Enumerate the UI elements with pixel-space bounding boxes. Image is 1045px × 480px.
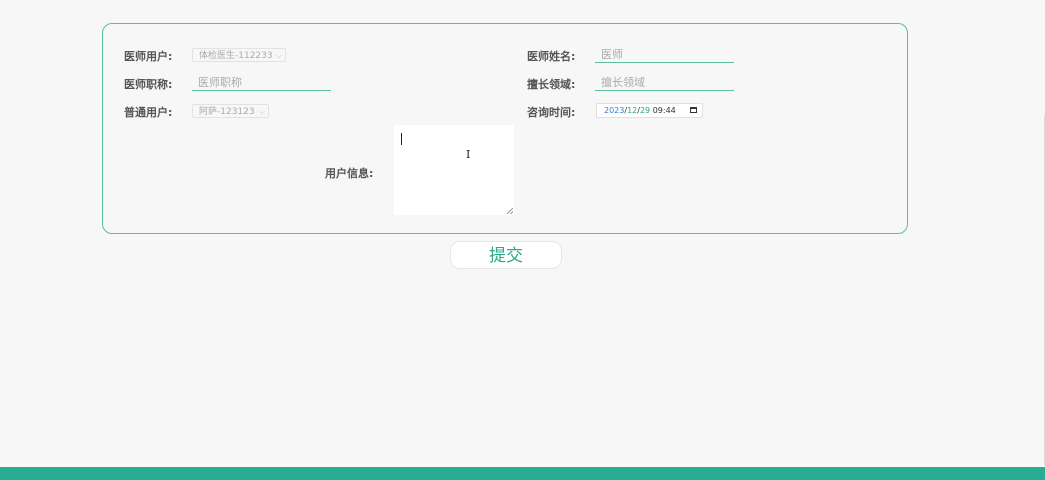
- doctor-user-select[interactable]: 体检医生-112233 ⌵: [192, 48, 286, 62]
- specialty-label: 擅长领域:: [527, 78, 576, 91]
- footer-bar: [0, 467, 1045, 480]
- consultation-form-page: 医师用户: 体检医生-112233 ⌵ 医师姓名: 医师职称: 擅长领域: 普通…: [0, 0, 1045, 480]
- specialty-input[interactable]: [595, 75, 734, 91]
- consult-clock: 09:44: [652, 106, 676, 115]
- normal-user-label: 普通用户:: [124, 106, 173, 119]
- doctor-title-label: 医师职称:: [124, 78, 173, 91]
- user-info-label: 用户信息:: [325, 167, 374, 180]
- chevron-down-icon: ⌵: [275, 51, 282, 60]
- resize-grip-icon[interactable]: [507, 208, 513, 214]
- submit-button[interactable]: 提交: [450, 241, 562, 269]
- form-card: 医师用户: 体检医生-112233 ⌵ 医师姓名: 医师职称: 擅长领域: 普通…: [102, 23, 908, 234]
- doctor-title-input[interactable]: [192, 75, 331, 91]
- doctor-user-label: 医师用户:: [124, 50, 173, 63]
- doctor-name-input[interactable]: [595, 47, 734, 63]
- user-info-textarea[interactable]: I: [394, 125, 514, 215]
- normal-user-select[interactable]: 阿萨-123123 ⌵: [192, 104, 269, 118]
- consult-year: 2023: [604, 106, 625, 115]
- calendar-icon[interactable]: [690, 107, 697, 113]
- consult-month: 12: [627, 106, 638, 115]
- chevron-down-icon: ⌵: [258, 107, 265, 116]
- consult-time-input[interactable]: 2023/12/29 09:44: [596, 103, 703, 118]
- text-caret: [401, 133, 402, 145]
- consult-time-label: 咨询时间:: [527, 106, 576, 119]
- normal-user-value: 阿萨-123123: [199, 107, 255, 117]
- consult-day: 29: [639, 106, 651, 115]
- doctor-user-value: 体检医生-112233: [199, 51, 273, 61]
- ibeam-cursor-icon: I: [466, 148, 471, 161]
- doctor-name-label: 医师姓名:: [527, 50, 576, 63]
